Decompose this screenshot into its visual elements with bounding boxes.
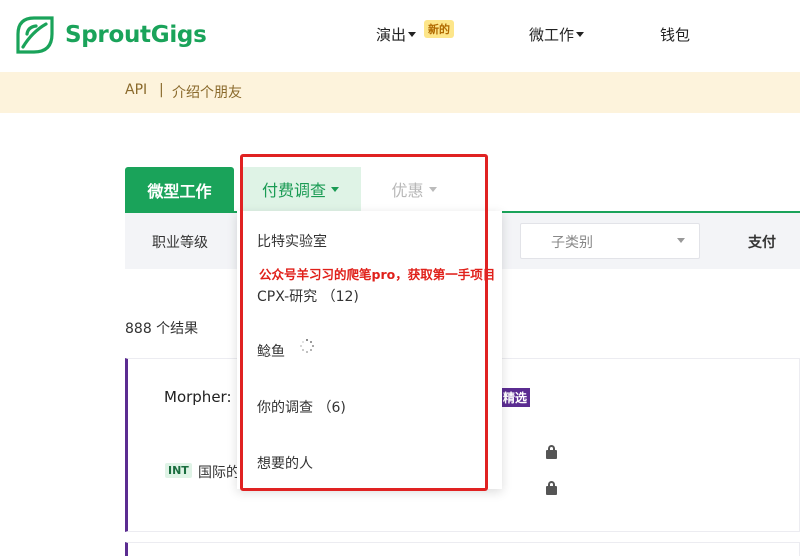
job-title: Morpher:: [164, 388, 232, 406]
chevron-down-icon: [677, 238, 685, 243]
job-level-filter[interactable]: 职业等级: [152, 232, 208, 252]
pay-filter[interactable]: 支付: [748, 232, 776, 252]
api-link[interactable]: API: [125, 82, 147, 98]
featured-badge: 精选: [500, 388, 531, 407]
chevron-down-icon: [408, 32, 417, 37]
subcategory-label: 子类别: [551, 235, 593, 251]
subnav-separator: |: [159, 82, 164, 98]
job-card[interactable]: [125, 542, 800, 556]
lock-icon: [546, 481, 557, 495]
nav-micro-jobs[interactable]: 微工作: [529, 24, 585, 45]
int-badge: INT: [165, 463, 192, 478]
international-label: 国际的: [198, 465, 240, 481]
subcategory-select[interactable]: 子类别: [520, 223, 700, 259]
tab-micro-jobs-label: 微型工作: [147, 182, 212, 201]
results-count: 888 个结果: [125, 321, 199, 337]
chevron-down-icon: [576, 32, 585, 37]
refer-friend-link[interactable]: 介绍个朋友: [172, 82, 242, 102]
brand-name: SproutGigs: [65, 22, 207, 48]
tab-micro-jobs[interactable]: 微型工作: [125, 167, 234, 213]
nav-shows-label: 演出: [376, 26, 407, 44]
sub-navigation: API | 介绍个朋友: [0, 72, 800, 113]
highlight-frame: [240, 154, 488, 491]
nav-wallet-label: 钱包: [660, 26, 691, 44]
nav-micro-jobs-label: 微工作: [529, 26, 575, 44]
top-header: SproutGigs 演出 新的 微工作 钱包: [0, 0, 800, 72]
sprout-leaf-icon: [16, 16, 54, 54]
nav-wallet[interactable]: 钱包: [660, 24, 690, 45]
lock-icon: [546, 445, 557, 459]
nav-shows[interactable]: 演出: [376, 24, 417, 45]
new-badge: 新的: [424, 20, 454, 38]
brand-logo[interactable]: SproutGigs: [14, 14, 207, 56]
